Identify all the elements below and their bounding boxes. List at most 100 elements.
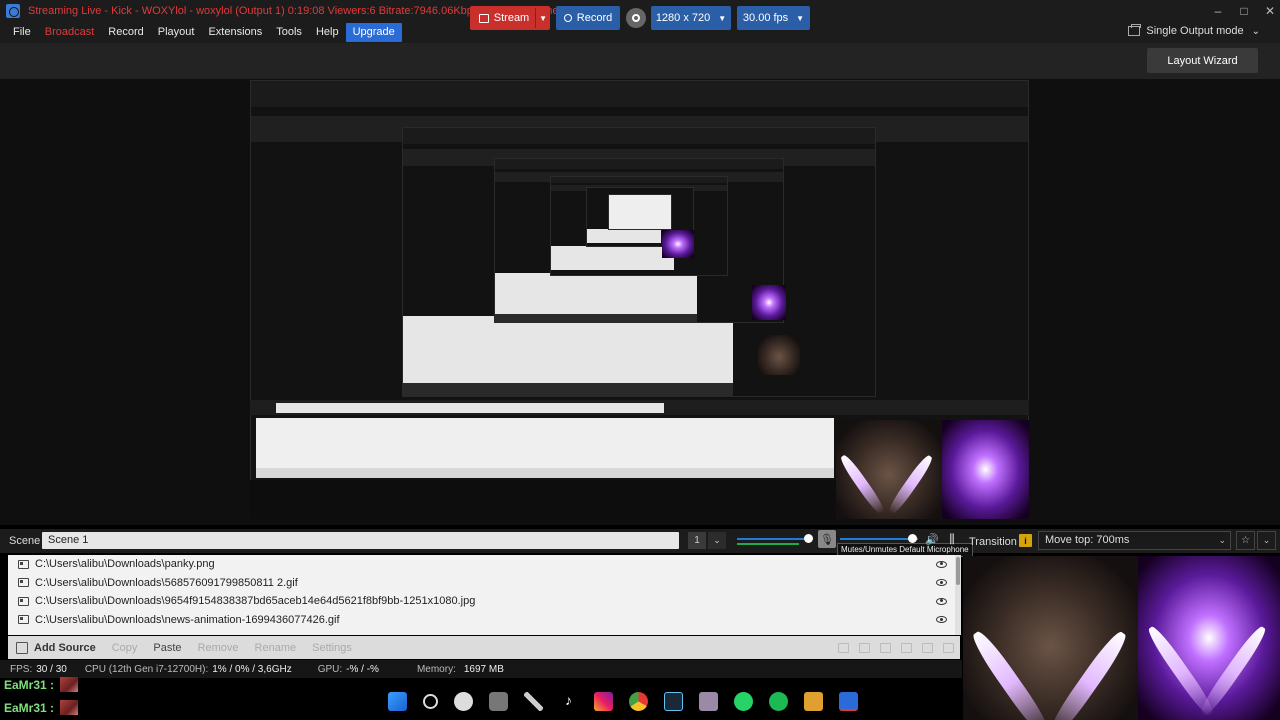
image-source-icon: [18, 578, 29, 588]
nested-source-bar: [256, 468, 834, 478]
copy-button[interactable]: Copy: [112, 642, 138, 654]
stream-dropdown-icon[interactable]: ▼: [539, 14, 547, 23]
folder-icon[interactable]: [838, 642, 849, 653]
scene-name-input[interactable]: Scene 1: [42, 532, 679, 549]
chrome-icon[interactable]: [629, 691, 648, 711]
nested-scene-input: [276, 403, 664, 413]
record-icon: [563, 14, 572, 22]
menu-upgrade[interactable]: Upgrade: [345, 23, 402, 42]
chat-message: EaMr31 :: [4, 677, 79, 692]
image-source-icon: [18, 559, 29, 569]
transition-value: Move top: 700ms: [1045, 534, 1130, 546]
stream-button[interactable]: Stream ▼: [470, 6, 550, 30]
tiktok-icon[interactable]: ♪: [559, 692, 578, 711]
fps-status-value: 30 / 30: [36, 663, 67, 675]
stream-label: Stream: [493, 12, 530, 24]
app-icon[interactable]: [839, 691, 858, 711]
chevron-down-icon: ⌄: [1251, 25, 1260, 37]
menu-broadcast[interactable]: Broadcast: [38, 23, 102, 42]
output-mode-label: Single Output mode: [1146, 25, 1244, 37]
stream-icon: [478, 13, 489, 23]
mic-toggle-button[interactable]: 🎙: [818, 530, 836, 548]
menu-playout[interactable]: Playout: [151, 23, 202, 42]
menu-record[interactable]: Record: [101, 23, 150, 42]
search-icon[interactable]: [423, 693, 438, 709]
effect-preview: [1138, 556, 1280, 720]
remove-button[interactable]: Remove: [198, 642, 239, 654]
audio-volume-slider[interactable]: [737, 533, 813, 545]
list-item[interactable]: C:\Users\alibu\Downloads\news-animation-…: [8, 611, 957, 630]
chevron-down-icon: ▼: [718, 13, 727, 23]
gpu-status-value: -% / -%: [346, 663, 379, 675]
cpu-status-value: 1% / 0% / 3,6GHz: [212, 663, 292, 675]
record-label: Record: [576, 12, 613, 24]
gpu-status-label: GPU:: [317, 663, 343, 675]
scene-number[interactable]: 1: [688, 532, 706, 549]
image-source-icon: [18, 596, 29, 606]
list-item[interactable]: C:\Users\alibu\Downloads\panky.png: [8, 555, 957, 574]
transition-select[interactable]: Move top: 700ms ⌄: [1038, 531, 1231, 550]
menu-file[interactable]: File: [6, 23, 38, 42]
status-bar: FPS: 30 / 30 CPU (12th Gen i7-12700H): 1…: [0, 660, 962, 678]
pen-icon[interactable]: [524, 691, 543, 711]
steam-icon[interactable]: [664, 691, 683, 711]
arrow-up-icon[interactable]: [943, 642, 954, 653]
paste-button[interactable]: Paste: [153, 642, 181, 654]
eye-icon[interactable]: [936, 579, 947, 587]
memory-status-label: Memory:: [416, 663, 456, 675]
eye-icon[interactable]: [936, 597, 947, 605]
camera-icon: [632, 14, 640, 22]
list-item[interactable]: C:\Users\alibu\Downloads\568576091799850…: [8, 574, 957, 593]
nested-status: [250, 480, 836, 519]
sources-toolbar: Add Source Copy Paste Remove Rename Sett…: [8, 636, 960, 659]
effect-preview-tiny: [752, 285, 786, 320]
transition-label: Transition: [969, 536, 1017, 548]
settings-icon[interactable]: [489, 691, 508, 711]
arrow-down-icon[interactable]: [922, 642, 933, 653]
rename-button[interactable]: Rename: [255, 642, 297, 654]
menu-help[interactable]: Help: [309, 23, 346, 42]
menu-extensions[interactable]: Extensions: [201, 23, 269, 42]
output-mode-selector[interactable]: Single Output mode ⌄: [1128, 24, 1260, 37]
window-icon[interactable]: [901, 642, 912, 653]
effect-preview-micro: [662, 230, 694, 258]
star-icon[interactable]: ☆: [1236, 531, 1255, 550]
image-source-icon: [18, 615, 29, 625]
list-item[interactable]: C:\Users\alibu\Downloads\9654f9154838387…: [8, 592, 957, 611]
fps-selector[interactable]: 30.00 fps ▼: [737, 6, 810, 30]
mixer-icon[interactable]: ⫼: [945, 532, 959, 547]
record-button[interactable]: Record: [556, 6, 620, 30]
menu-tools[interactable]: Tools: [269, 23, 309, 42]
screenshot-button[interactable]: [626, 8, 646, 28]
whatsapp-icon[interactable]: [734, 691, 753, 711]
eye-icon[interactable]: [936, 560, 947, 568]
settings-button[interactable]: Settings: [312, 642, 352, 654]
taskbar: ♪: [380, 686, 900, 716]
info-icon[interactable]: i: [1019, 534, 1032, 547]
app-logo-icon: [6, 4, 20, 18]
photos-icon[interactable]: [699, 691, 718, 711]
webcam-preview-small: [836, 420, 942, 519]
lock-icon[interactable]: [859, 642, 870, 653]
preview-canvas[interactable]: [250, 80, 1029, 519]
scene-dropdown-icon[interactable]: ⌄: [708, 532, 726, 549]
sources-list: C:\Users\alibu\Downloads\panky.png C:\Us…: [8, 555, 957, 635]
toolbar: [0, 43, 1280, 79]
source-path: C:\Users\alibu\Downloads\9654f9154838387…: [35, 595, 476, 608]
folder-icon[interactable]: [804, 691, 823, 711]
resolution-selector[interactable]: 1280 x 720 ▼: [651, 6, 731, 30]
windows-icon[interactable]: [388, 691, 407, 711]
eye-icon[interactable]: [936, 616, 947, 624]
fps-value: 30.00 fps: [742, 12, 789, 24]
spotify-icon[interactable]: [769, 691, 788, 711]
chevron-down-icon[interactable]: ⌄: [1257, 531, 1276, 550]
obs-icon[interactable]: [454, 691, 473, 711]
add-source-button[interactable]: Add Source: [34, 642, 96, 654]
close-button[interactable]: ✕: [1254, 0, 1280, 22]
fit-icon[interactable]: [880, 642, 891, 653]
chevron-down-icon: ▼: [796, 13, 805, 23]
speaker-icon[interactable]: 🔊: [924, 532, 940, 547]
instagram-icon[interactable]: [594, 691, 613, 711]
sources-scrollbar[interactable]: [955, 555, 961, 635]
layout-wizard-button[interactable]: Layout Wizard: [1147, 48, 1258, 73]
